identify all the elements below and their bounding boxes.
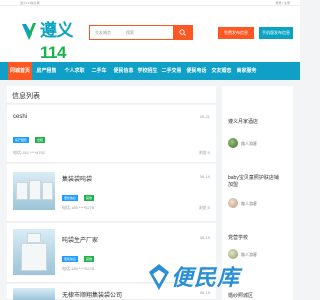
logo-text: 遵义 xyxy=(40,21,74,40)
item-subcategory-tag[interactable]: 其他 xyxy=(84,256,95,262)
item-phone: 电话:152 ****4752 xyxy=(13,150,46,155)
item-category-tag[interactable]: 便民信息 xyxy=(62,256,79,262)
nav-item-jobs[interactable]: 个人求职 xyxy=(61,62,88,80)
item-date: 06-19 xyxy=(199,174,210,179)
item-title[interactable]: 集装袋吨袋 xyxy=(62,174,92,183)
search-box: 交友婚恋 搜索 xyxy=(89,25,193,40)
nav-item-merchants[interactable]: 商家服务 xyxy=(233,62,260,80)
nav-item-phonebook[interactable]: 便民电话 xyxy=(183,62,210,80)
sidebar-entry-subtitle: 加盟 xyxy=(228,182,239,188)
item-title[interactable]: ceshi xyxy=(13,114,27,120)
list-item[interactable]: 集装袋吨袋 06-19 便民信息 其他 电话:189 ****5278 浏览:0 xyxy=(7,164,216,222)
nav-item-dating[interactable]: 交友婚恋 xyxy=(208,62,235,80)
sidebar-username[interactable]: 路人游客 xyxy=(241,141,257,147)
top-bar-left-text: 遵义114信息网 xyxy=(20,1,40,5)
avatar[interactable] xyxy=(228,198,238,208)
item-views: 浏览:0 xyxy=(198,205,210,210)
logo-number: 114 xyxy=(40,43,66,62)
sidebar-username[interactable]: 路人游客 xyxy=(241,201,257,207)
nav-item-used-cars[interactable]: 二手车 xyxy=(88,62,110,80)
post-info-button[interactable]: 免费发布信息 xyxy=(218,27,254,39)
item-phone: 电话:189 ****5278 xyxy=(62,266,95,271)
header: 遵义 114 交友婚恋 搜索 免费发布信息 手机版发布信息 xyxy=(0,6,300,62)
search-icon xyxy=(179,29,186,36)
watermark: 便民库 xyxy=(147,256,257,294)
sidebar-entry-title[interactable]: 党营学校 xyxy=(228,234,248,241)
watermark-text: 便民库 xyxy=(171,265,241,290)
search-button[interactable] xyxy=(173,26,193,39)
nav-item-secondhand[interactable]: 二手交易 xyxy=(158,62,185,80)
item-thumbnail[interactable] xyxy=(13,288,55,300)
logo-mark-icon xyxy=(22,23,36,40)
sidebar-entry-title[interactable]: 遵义月家酒店 xyxy=(228,118,258,125)
search-input[interactable]: 搜索 xyxy=(126,30,134,36)
item-phone: 电话:189 ****5278 xyxy=(62,205,95,210)
item-date: 06-19 xyxy=(199,235,210,240)
item-subcategory-tag[interactable]: 出租 xyxy=(35,137,46,143)
item-subcategory-tag[interactable]: 其他 xyxy=(84,195,95,201)
login-register-link[interactable]: 登录 | 注册 xyxy=(276,1,290,5)
mobile-post-button[interactable]: 手机版发布信息 xyxy=(259,27,293,39)
main-nav: 同城首页 房产租售 个人求职 二手车 便民信息 学校招生 二手交易 便民电话 交… xyxy=(0,62,300,80)
item-date: 05-21 xyxy=(199,114,210,119)
item-category-tag[interactable]: 房产租售 xyxy=(13,137,30,143)
search-category-select[interactable]: 交友婚恋 xyxy=(95,30,111,36)
avatar[interactable] xyxy=(228,138,238,148)
item-title[interactable]: 无棣市顺翔集装袋公司 xyxy=(62,290,122,299)
item-views: 浏览:0 xyxy=(198,150,210,155)
item-thumbnail[interactable] xyxy=(13,229,55,275)
list-title: 信息列表 xyxy=(12,93,40,100)
site-logo[interactable]: 遵义 114 xyxy=(20,20,98,62)
item-title[interactable]: 吨袋生产厂家 xyxy=(62,235,98,244)
nav-item-realestate[interactable]: 房产租售 xyxy=(33,62,60,80)
nav-item-schools[interactable]: 学校招生 xyxy=(134,62,161,80)
nav-item-home[interactable]: 同城首页 xyxy=(8,62,32,80)
sidebar-entry-title[interactable]: baby宝贝童照护肤店铺 xyxy=(228,174,279,181)
list-header: 信息列表 xyxy=(7,86,216,104)
list-item[interactable]: ceshi 05-21 房产租售 出租 电话:152 ****4752 浏览:0 xyxy=(7,105,216,163)
watermark-logo-icon xyxy=(149,264,169,290)
nav-item-convenience[interactable]: 便民信息 xyxy=(110,62,137,80)
item-thumbnail[interactable] xyxy=(13,172,55,210)
item-category-tag[interactable]: 便民信息 xyxy=(62,195,79,201)
